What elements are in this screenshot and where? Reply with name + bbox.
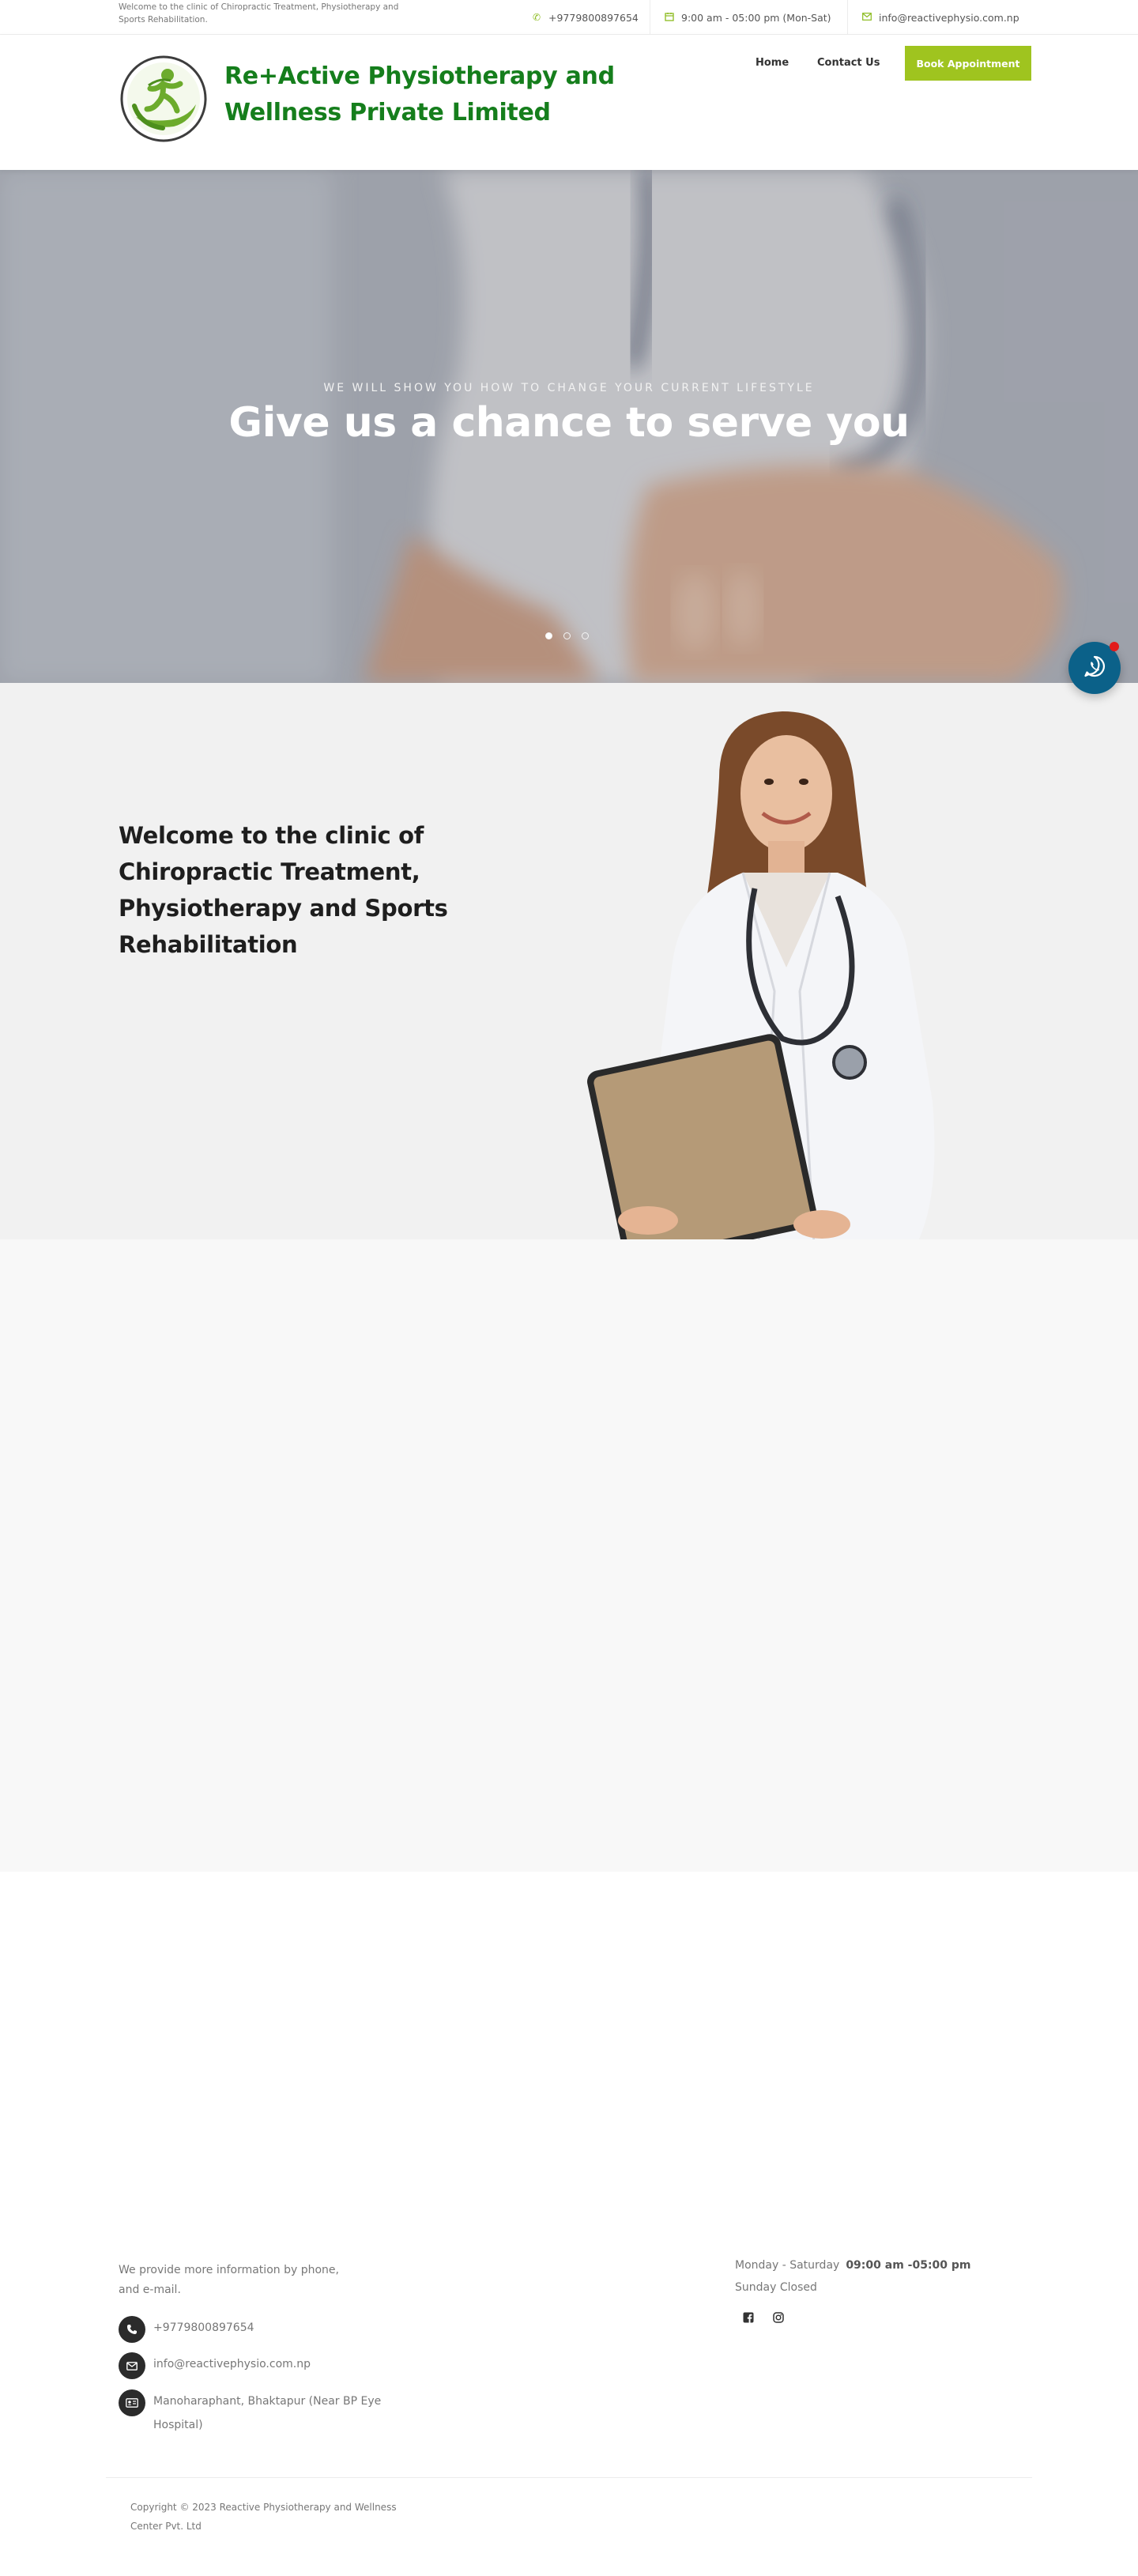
sunday-closed: Sunday Closed [735, 2281, 817, 2294]
slider-dots [545, 632, 589, 639]
topbar-hours: 9:00 am - 05:00 pm (Mon-Sat) [664, 0, 831, 35]
mail-icon [861, 12, 872, 23]
calendar-icon [664, 12, 675, 24]
hero-title: Give us a chance to serve you [228, 399, 910, 447]
instagram-link[interactable] [768, 2308, 789, 2329]
slider-dot-3[interactable] [582, 632, 589, 639]
welcome-section: Welcome to the clinic of Chiropractic Tr… [0, 683, 1138, 1239]
whatsapp-icon [1082, 654, 1107, 682]
notification-badge [1110, 642, 1119, 651]
site-logo[interactable] [119, 54, 209, 144]
opening-time: 09:00 am -05:00 pm [846, 2259, 971, 2272]
opening-hours: Monday - Saturday 09:00 am -05:00 pm [735, 2259, 971, 2272]
facebook-link[interactable] [738, 2308, 759, 2329]
topbar-phone[interactable]: ✆ +9779800897654 [531, 0, 639, 35]
opening-days: Monday - Saturday [735, 2259, 840, 2272]
hero-tagline: WE WILL SHOW YOU HOW TO CHANGE YOUR CURR… [323, 382, 815, 394]
mail-icon [119, 2352, 145, 2379]
nav-contact-us[interactable]: Contact Us [817, 57, 880, 69]
footer-email[interactable]: info@reactivephysio.com.np [119, 2352, 311, 2379]
topbar-welcome-text: Welcome to the clinic of Chiropractic Tr… [119, 2, 399, 25]
instagram-icon [773, 2311, 784, 2326]
footer-divider [106, 2477, 1032, 2478]
footer-intro: We provide more information by phone, an… [119, 2264, 339, 2296]
doctor-image [587, 711, 935, 1239]
topbar-hours-text: 9:00 am - 05:00 pm (Mon-Sat) [681, 11, 831, 24]
welcome-heading: Welcome to the clinic of Chiropractic Tr… [119, 822, 448, 958]
hero-slider: WE WILL SHOW YOU HOW TO CHANGE YOUR CURR… [0, 170, 1138, 683]
topbar-phone-text: +9779800897654 [548, 11, 639, 24]
footer-address: Manoharaphant, Bhaktapur (Near BP Eye Ho… [119, 2389, 403, 2437]
nav-home[interactable]: Home [756, 57, 789, 69]
slider-dot-1[interactable] [545, 632, 552, 639]
brand-name[interactable]: Re+Active Physiotherapy and Wellness Pri… [224, 58, 699, 131]
topbar-email-text: info@reactivephysio.com.np [879, 11, 1019, 24]
address-card-icon [119, 2389, 145, 2416]
footer-email-text: info@reactivephysio.com.np [153, 2358, 311, 2370]
topbar-divider [847, 0, 848, 35]
slider-dot-2[interactable] [563, 632, 571, 639]
content-band [0, 1239, 1138, 1872]
copyright-text: Copyright © 2023 Reactive Physiotherapy … [130, 2502, 397, 2532]
footer-phone-text: +9779800897654 [153, 2321, 254, 2334]
footer-phone[interactable]: +9779800897654 [119, 2316, 254, 2343]
top-info-bar: Welcome to the clinic of Chiropractic Tr… [0, 0, 1138, 35]
book-appointment-button[interactable]: Book Appointment [905, 46, 1031, 81]
topbar-email[interactable]: info@reactivephysio.com.np [861, 0, 1019, 35]
phone-icon [119, 2316, 145, 2343]
facebook-icon [743, 2311, 754, 2326]
site-header: Re+Active Physiotherapy and Wellness Pri… [0, 35, 1138, 170]
phone-icon: ✆ [532, 12, 541, 23]
footer-address-text: Manoharaphant, Bhaktapur (Near BP Eye Ho… [153, 2395, 382, 2431]
